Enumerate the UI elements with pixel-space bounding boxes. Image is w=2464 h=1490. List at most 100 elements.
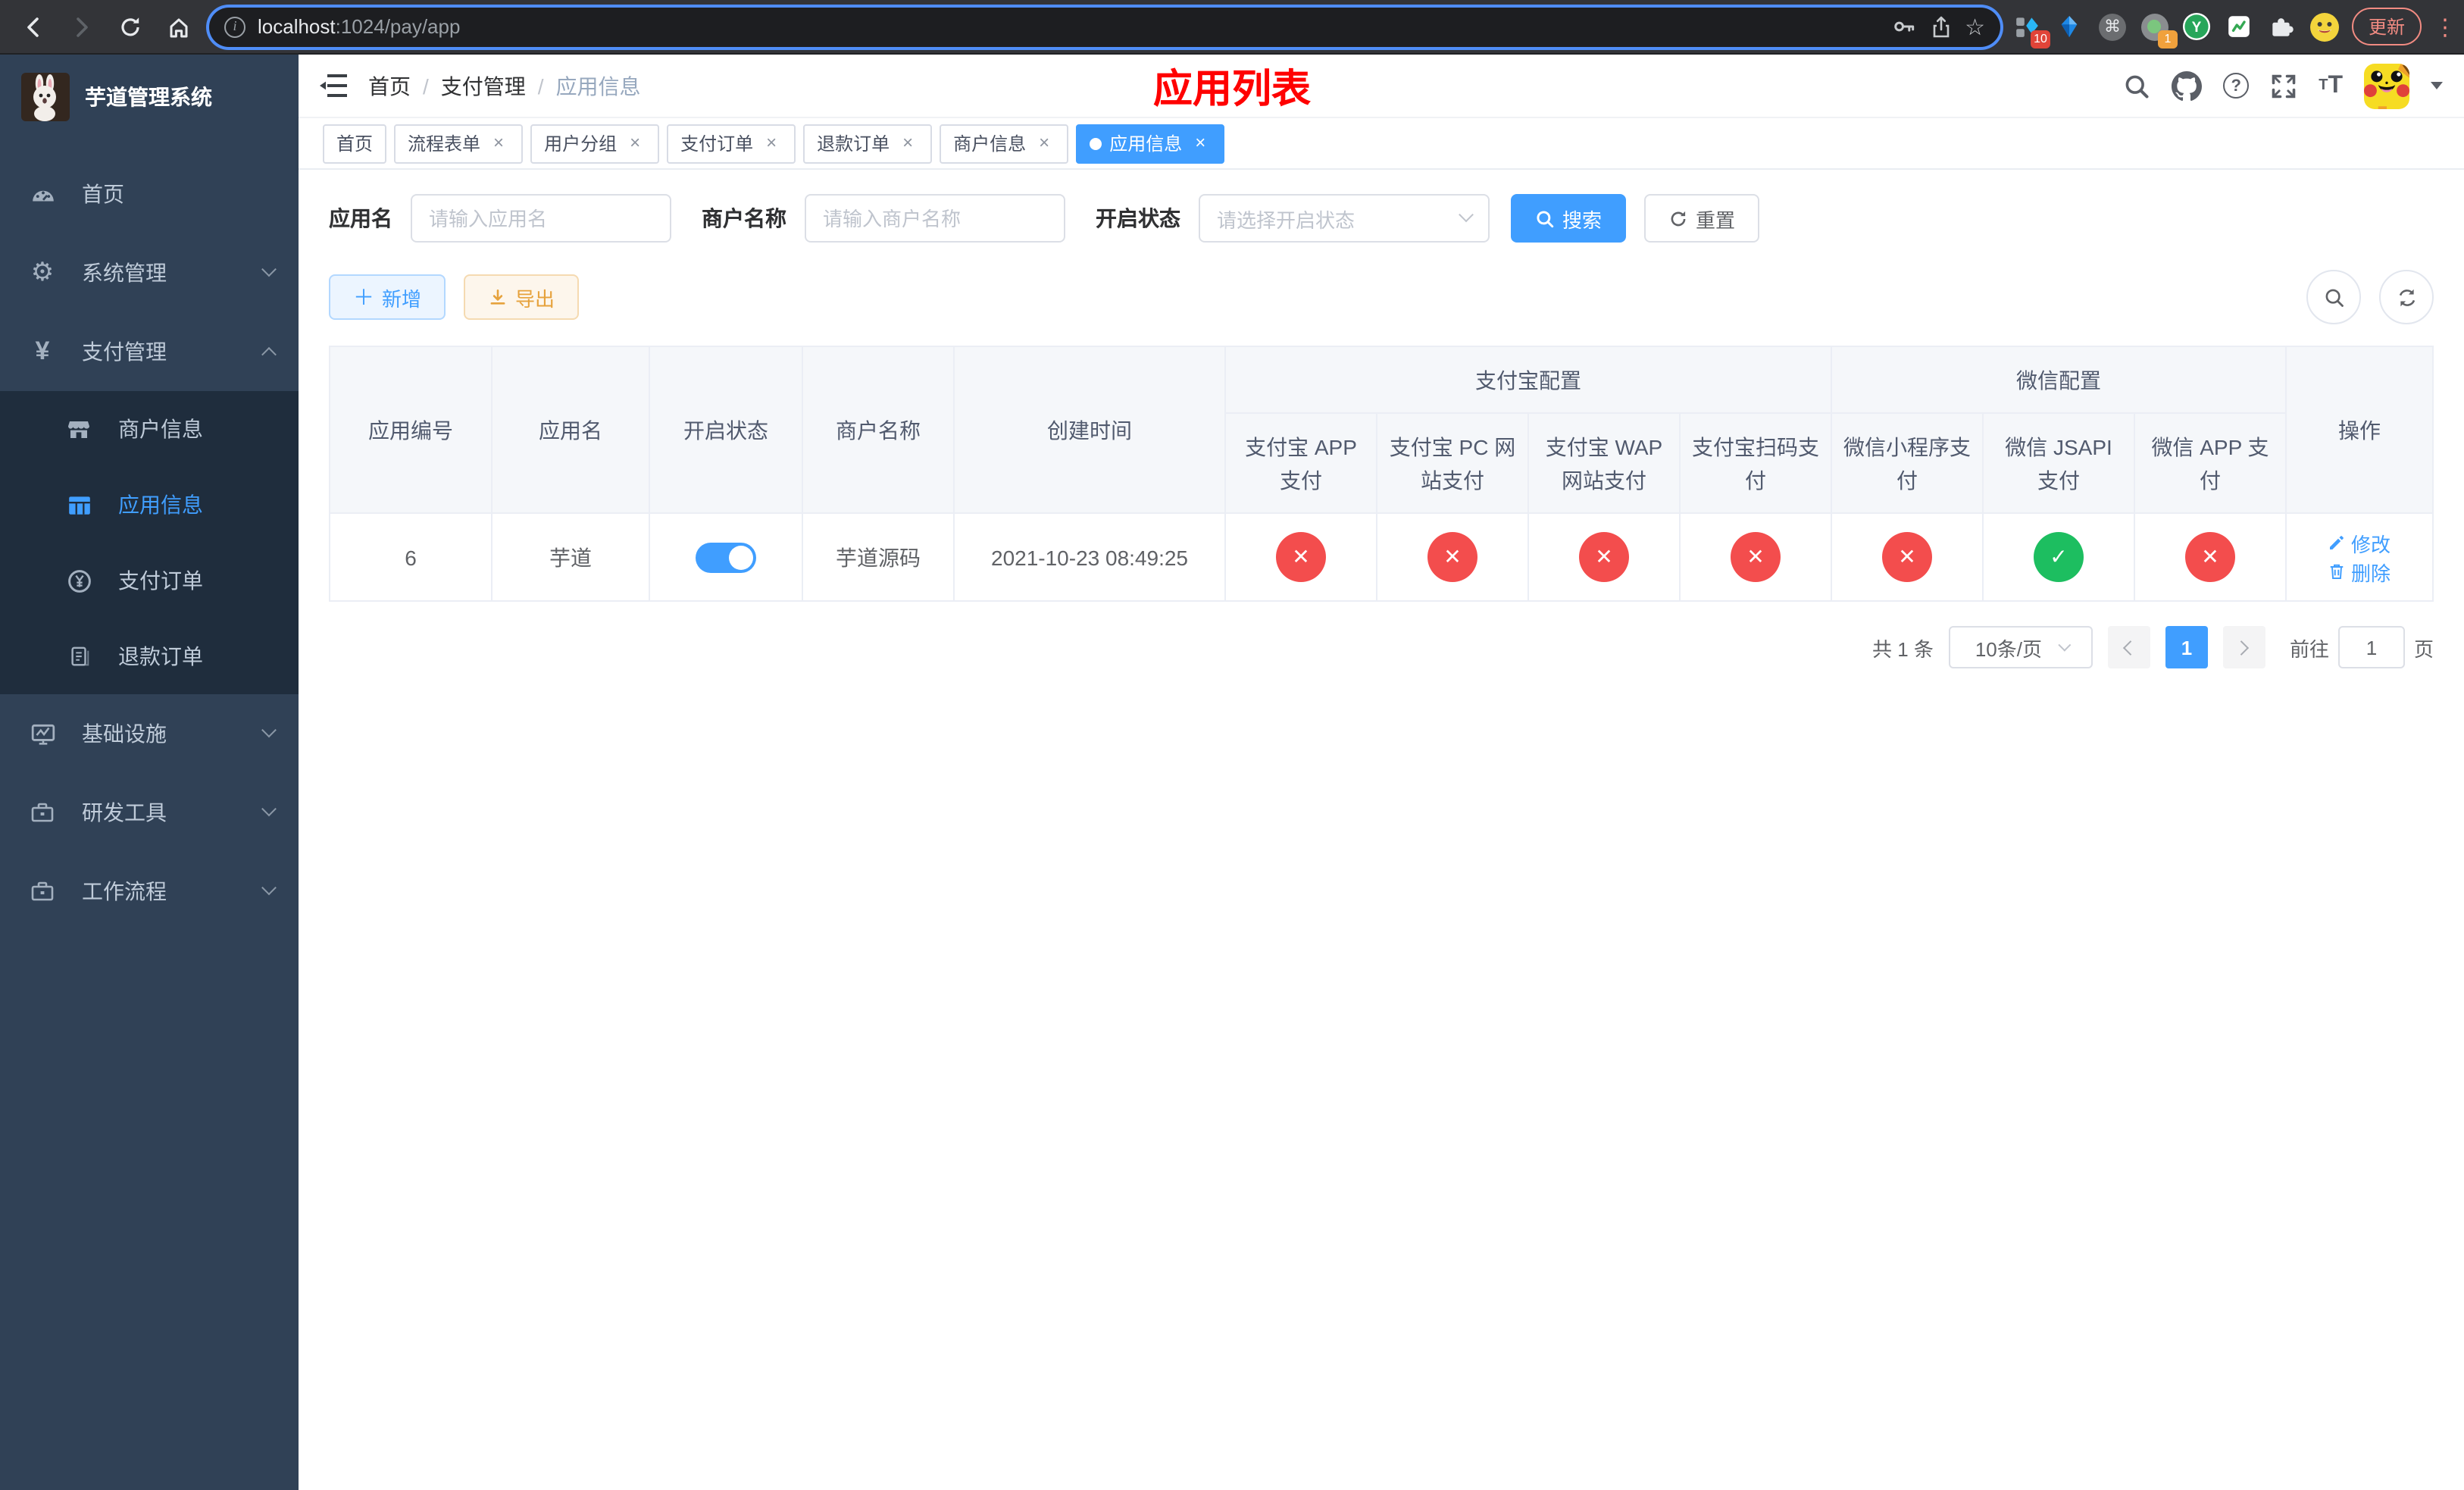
wechat-jsapi-status-icon: ✓ (2034, 532, 2084, 582)
cell-merchant-name: 芋道源码 (802, 512, 955, 602)
search-button[interactable]: 搜索 (1511, 194, 1627, 243)
url-bar[interactable]: i localhost:1024/pay/app ☆ (209, 7, 2000, 46)
breadcrumb-payment[interactable]: 支付管理 (441, 70, 526, 101)
tab-merchant-info[interactable]: 商户信息 (940, 124, 1069, 163)
sidebar-item-refund-orders[interactable]: 退款订单 (0, 618, 299, 694)
sidebar-item-dev-tools[interactable]: 研发工具 (0, 773, 299, 852)
tab-pay-orders[interactable]: 支付订单 (667, 124, 796, 163)
page-size-select[interactable]: 10条/页 (1948, 626, 2093, 668)
chevron-down-icon (261, 722, 277, 737)
add-button[interactable]: ＋ 新增 (329, 274, 446, 320)
yen-icon: ¥ (35, 337, 50, 365)
col-header-app-id: 应用编号 (329, 346, 492, 514)
chat-extension-icon[interactable] (2225, 11, 2255, 42)
status-select[interactable]: 请选择开启状态 (1199, 194, 1490, 243)
sidebar-logo-row[interactable]: 芋道管理系统 (0, 55, 299, 139)
tab-app-info[interactable]: 应用信息 (1076, 124, 1225, 163)
sidebar-item-payment[interactable]: ¥ 支付管理 (0, 312, 299, 391)
wechat-app-status-icon: ✕ (2185, 532, 2235, 582)
tab-close-icon[interactable] (1190, 133, 1211, 154)
tab-close-icon[interactable] (488, 133, 509, 154)
sidebar-item-system[interactable]: ⚙ 系统管理 (0, 233, 299, 312)
tab-close-icon[interactable] (1033, 133, 1055, 154)
sidebar-item-label: 退款订单 (118, 644, 203, 668)
edit-link[interactable]: 修改 (2328, 528, 2391, 557)
reset-button[interactable]: 重置 (1644, 194, 1760, 243)
goto-label: 前往 (2289, 637, 2329, 660)
goto-page-input[interactable] (2337, 626, 2405, 668)
merchant-name-input[interactable] (805, 194, 1065, 243)
fullscreen-icon[interactable] (2270, 72, 2297, 99)
col-header-wechat-mini: 微信小程序支付 (1831, 412, 1984, 514)
extension-panel-icon[interactable]: 10 (2012, 11, 2050, 48)
y-extension-icon[interactable]: Y (2182, 11, 2212, 42)
tab-refund-orders[interactable]: 退款订单 (803, 124, 933, 163)
delete-link[interactable]: 删除 (2328, 557, 2391, 586)
svg-text:Y: Y (2193, 20, 2203, 36)
tab-label: 应用信息 (1109, 133, 1183, 155)
hide-search-button[interactable] (2306, 270, 2361, 324)
header-search-icon[interactable] (2123, 72, 2150, 99)
tab-home[interactable]: 首页 (323, 124, 387, 163)
next-page-button[interactable] (2222, 626, 2265, 668)
github-icon[interactable] (2172, 70, 2203, 101)
enabled-switch[interactable] (696, 542, 756, 572)
url-text[interactable]: localhost:1024/pay/app (258, 15, 1878, 38)
breadcrumb-home[interactable]: 首页 (368, 70, 411, 101)
col-header-alipay-pc: 支付宝 PC 网站支付 (1376, 412, 1529, 514)
page-number-1[interactable]: 1 (2165, 626, 2208, 668)
help-icon[interactable]: ? (2223, 73, 2250, 99)
sidebar-collapse-icon[interactable] (320, 74, 347, 97)
col-header-status: 开启状态 (649, 346, 803, 514)
browser-profile-avatar[interactable] (2309, 11, 2340, 42)
sidebar-item-merchant-info[interactable]: 商户信息 (0, 391, 299, 467)
extensions-puzzle-icon[interactable] (2267, 11, 2297, 42)
col-header-merchant: 商户名称 (802, 346, 955, 514)
download-icon (490, 288, 505, 304)
status-label: 开启状态 (1096, 206, 1180, 230)
cell-created-at: 2021-10-23 08:49:25 (953, 512, 1226, 602)
yen-circle-icon (61, 568, 97, 593)
kite-extension-icon[interactable] (2055, 11, 2085, 42)
prev-page-button[interactable] (2107, 626, 2150, 668)
app-name-input[interactable] (411, 194, 671, 243)
password-key-icon[interactable] (1890, 14, 1916, 39)
sidebar-item-app-info[interactable]: 应用信息 (0, 467, 299, 543)
app-name-label: 应用名 (329, 206, 392, 230)
share-icon[interactable] (1928, 14, 1953, 39)
sidebar-item-workflow[interactable]: 工作流程 (0, 852, 299, 931)
browser-back-icon[interactable] (15, 8, 52, 45)
command-extension-icon[interactable]: ⌘ (2097, 11, 2128, 42)
sidebar-item-home[interactable]: 首页 (0, 155, 299, 233)
profile-extension-icon[interactable]: 1 (2140, 11, 2178, 48)
briefcase-icon (24, 800, 61, 825)
refresh-table-button[interactable] (2379, 270, 2434, 324)
font-size-icon[interactable]: TT (2319, 72, 2343, 99)
tab-close-icon[interactable] (897, 133, 918, 154)
browser-menu-icon[interactable]: ⋮ (2434, 13, 2456, 40)
browser-home-icon[interactable] (161, 8, 197, 45)
chevron-down-icon (261, 800, 277, 816)
tab-close-icon[interactable] (761, 133, 782, 154)
user-avatar[interactable] (2364, 63, 2409, 108)
browser-forward-icon[interactable] (64, 8, 100, 45)
tab-process-form[interactable]: 流程表单 (394, 124, 524, 163)
site-info-icon[interactable]: i (224, 16, 245, 37)
chrome-update-button[interactable]: 更新 (2351, 8, 2422, 45)
sidebar-item-pay-orders[interactable]: 支付订单 (0, 543, 299, 618)
bookmark-star-icon[interactable]: ☆ (1965, 13, 1985, 40)
tab-user-group[interactable]: 用户分组 (530, 124, 660, 163)
tab-close-icon[interactable] (624, 133, 646, 154)
col-header-alipay-qr: 支付宝扫码支付 (1679, 412, 1832, 514)
sidebar-item-label: 支付管理 (82, 340, 167, 364)
browser-reload-icon[interactable] (112, 8, 149, 45)
sidebar: 芋道管理系统 首页 ⚙ 系统管理 ¥ 支付管理 商户信息 应用信息 支付订单 退… (0, 55, 299, 1490)
table-grid-icon (61, 492, 97, 518)
browser-chrome: i localhost:1024/pay/app ☆ 10 ⌘ 1 Y 更新 ⋮ (0, 0, 2464, 55)
export-button-label: 导出 (515, 287, 555, 310)
avatar-dropdown-caret[interactable] (2431, 82, 2443, 89)
sidebar-menu: 首页 ⚙ 系统管理 ¥ 支付管理 商户信息 应用信息 支付订单 退款订单 基础设… (0, 139, 299, 931)
sidebar-item-infrastructure[interactable]: 基础设施 (0, 694, 299, 773)
export-button[interactable]: 导出 (464, 274, 580, 320)
app-table: 应用编号 应用名 开启状态 商户名称 创建时间 支付宝配置 微信配置 操作 支付… (329, 346, 2434, 602)
